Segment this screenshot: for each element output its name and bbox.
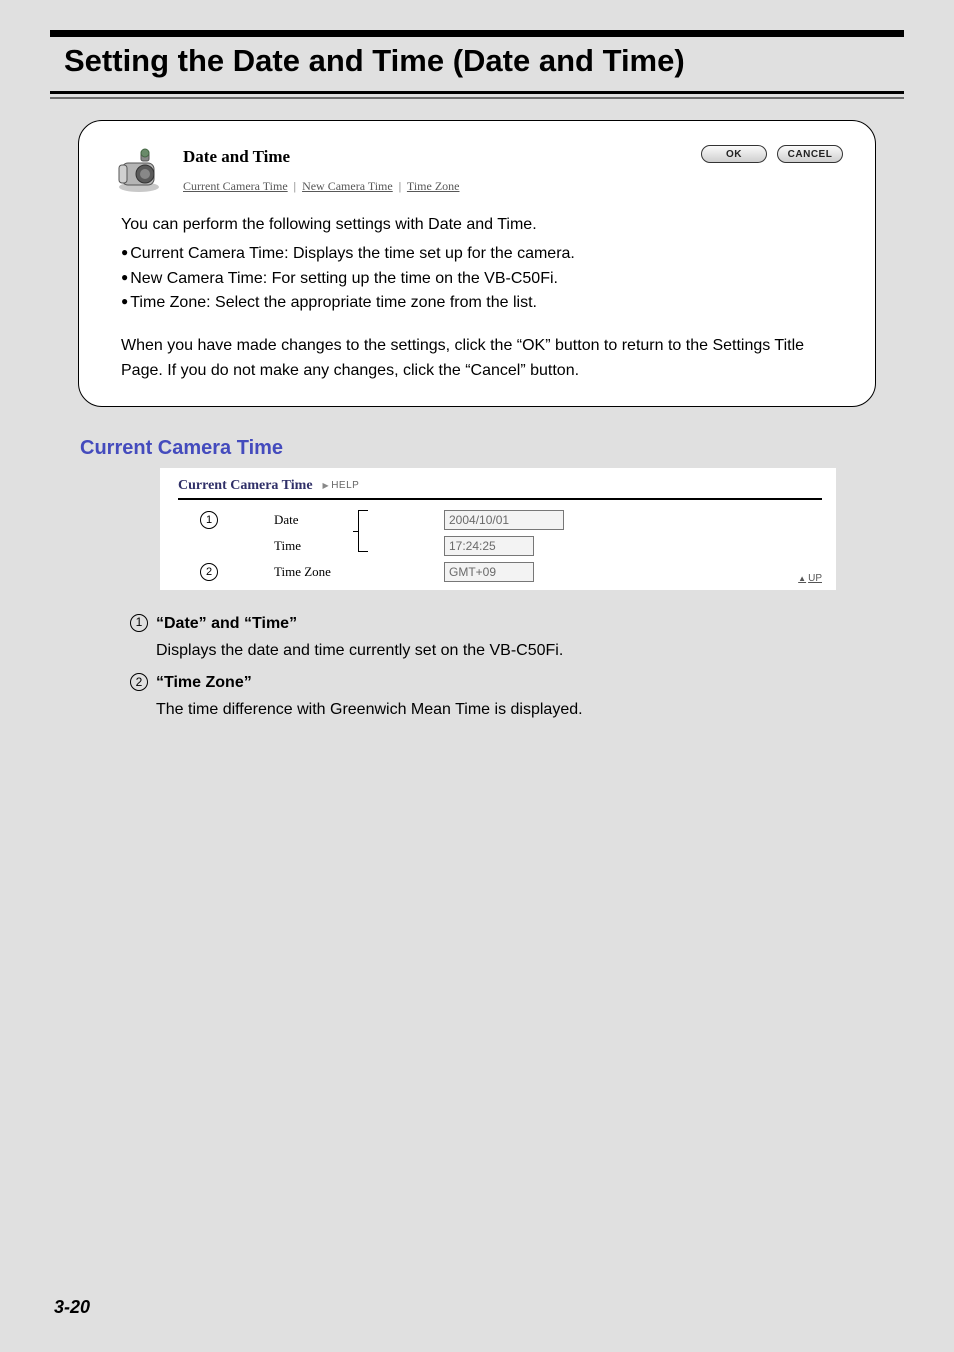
list-item: Time Zone: Select the appropriate time z… [121,291,841,316]
definition-label: “Time Zone” [156,671,252,696]
definition-description: The time difference with Greenwich Mean … [156,698,904,723]
timezone-field: GMT+09 [444,562,534,582]
cancel-button[interactable]: CANCEL [777,145,843,163]
panel-note: When you have made changes to the settin… [121,334,841,384]
snapshot-title: Current Camera Time [178,478,313,494]
tab-new-camera-time[interactable]: New Camera Time [302,179,393,193]
help-link[interactable]: HELP [323,480,360,491]
definition-label: “Date” and “Time” [156,612,297,637]
snapshot-title-row: Current Camera Time HELP [178,478,822,500]
page-title: Setting the Date and Time (Date and Time… [50,30,904,91]
definition-description: Displays the date and time currently set… [156,639,904,664]
panel-bullet-list: Current Camera Time: Displays the time s… [121,242,841,316]
panel-header-text: Date and Time Current Camera Time | New … [183,147,685,194]
definition-row: 1 “Date” and “Time” [130,612,904,637]
tab-separator: | [399,179,401,193]
tab-separator: | [294,179,296,193]
tab-current-camera-time[interactable]: Current Camera Time [183,179,288,193]
field-label-time: Time [244,538,444,554]
settings-snapshot: Current Camera Time HELP 1 Date 2004/10/… [160,468,836,590]
list-item: Current Camera Time: Displays the time s… [121,242,841,267]
panel-buttons: OK CANCEL [701,145,843,163]
section-title: Current Camera Time [80,437,904,460]
snapshot-grid: 1 Date 2004/10/01 Time 17:24:25 2 Time Z… [174,510,822,582]
definition-row: 2 “Time Zone” [130,671,904,696]
panel-header: Date and Time Current Camera Time | New … [111,145,843,195]
panel-heading: Date and Time [183,147,685,167]
definitions: 1 “Date” and “Time” Displays the date an… [130,612,904,723]
camera-icon [111,145,167,195]
field-label-timezone: Time Zone [244,564,444,580]
title-rule [50,91,904,94]
callout-col: 1 [174,511,244,529]
list-item: New Camera Time: For setting up the time… [121,267,841,292]
page-number: 3-20 [54,1297,90,1318]
tab-time-zone[interactable]: Time Zone [407,179,460,193]
callout-2: 2 [200,563,218,581]
callout-col: 2 [174,563,244,581]
field-label-date: Date [244,512,444,528]
ok-button[interactable]: OK [701,145,767,163]
date-field: 2004/10/01 [444,510,564,530]
panel-intro: You can perform the following settings w… [121,213,841,238]
panel-body: You can perform the following settings w… [111,213,843,384]
settings-panel: Date and Time Current Camera Time | New … [78,120,876,407]
definition-number: 2 [130,673,148,691]
callout-bracket [358,510,368,552]
tab-links: Current Camera Time | New Camera Time | … [183,179,685,194]
time-field: 17:24:25 [444,536,534,556]
callout-1: 1 [200,511,218,529]
up-link[interactable]: UP [798,573,822,584]
definition-number: 1 [130,614,148,632]
